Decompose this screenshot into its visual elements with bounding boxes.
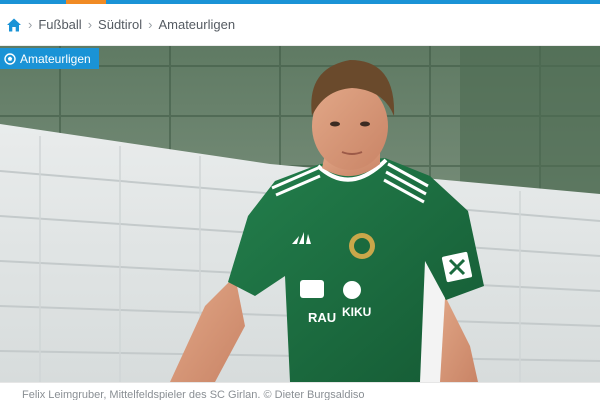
chevron-right-icon: › [87, 17, 93, 32]
category-badge-label: Amateurligen [20, 51, 91, 66]
jersey-brand-text: KIKU [342, 305, 371, 319]
chevron-right-icon: › [148, 17, 153, 32]
hero-photo: RAU KIKU [0, 46, 600, 382]
category-badge[interactable]: Amateurligen [0, 48, 99, 69]
breadcrumb-item-suedtirol[interactable]: Südtirol [98, 17, 142, 32]
chevron-right-icon: › [28, 17, 33, 32]
soccer-ball-icon [4, 52, 16, 65]
home-icon[interactable] [6, 17, 22, 33]
breadcrumb: › Fußball › Südtirol › Amateurligen [0, 4, 600, 46]
jersey-sponsor-text: RAU [308, 310, 336, 325]
breadcrumb-item-fussball[interactable]: Fußball [38, 17, 81, 32]
breadcrumb-item-amateurligen[interactable]: Amateurligen [158, 17, 235, 32]
photo-caption: Felix Leimgruber, Mittelfeldspieler des … [0, 382, 600, 400]
